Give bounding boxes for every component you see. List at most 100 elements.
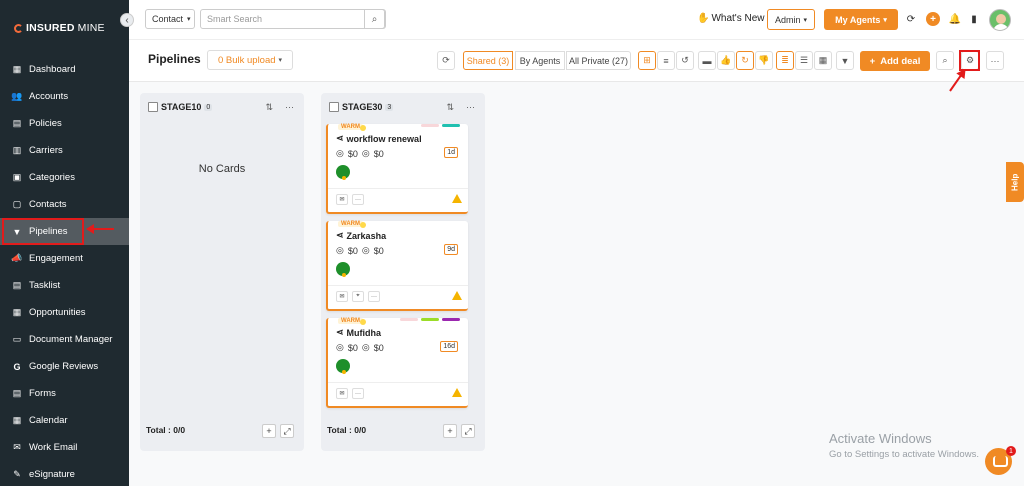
email-icon[interactable]: ✉	[336, 194, 348, 205]
collapse-sidebar-icon[interactable]: ‹	[120, 13, 134, 27]
location-icon[interactable]: ⌖	[352, 291, 364, 302]
deal-name[interactable]: ⋖ Zarkasha	[336, 230, 386, 241]
tab-by-agents[interactable]: By Agents	[515, 51, 565, 70]
sidebar-item-google-reviews[interactable]: G Google Reviews	[0, 353, 129, 380]
sort-icon[interactable]: ⇅	[446, 102, 454, 113]
sidebar-item-carriers[interactable]: ▥ Carriers	[0, 137, 129, 164]
expand-icon[interactable]: ⤢	[461, 424, 475, 438]
sync-icon[interactable]: ⟳	[904, 12, 918, 26]
more-icon[interactable]: ···	[285, 102, 294, 113]
more-icon[interactable]: ···	[466, 102, 475, 113]
sidebar-item-forms[interactable]: ▤ Forms	[0, 380, 129, 407]
all-deals-button[interactable]: ▬	[698, 51, 716, 70]
tab-shared[interactable]: Shared (3)	[463, 51, 513, 70]
refresh-icon: ⟳	[442, 55, 450, 65]
sidebar-item-calendar[interactable]: ▦ Calendar	[0, 407, 129, 434]
filter-button[interactable]: ▼	[836, 51, 854, 70]
lost-deals-button[interactable]: 👎	[755, 51, 773, 70]
admin-dropdown[interactable]: Admin ▾	[767, 9, 815, 30]
won-deals-button[interactable]: 👍	[717, 51, 735, 70]
board-view-button[interactable]: ⊞	[638, 51, 656, 70]
search-input[interactable]: Smart Search	[200, 9, 386, 29]
help-tab[interactable]: Help	[1006, 162, 1024, 202]
pipeline-board: STAGE10 0 ⇅ ··· No Cards Total : 0/0 + ⤢…	[129, 82, 1024, 486]
search-deals-button[interactable]: ⌕	[936, 51, 954, 70]
card-actions: ✉ ···	[336, 194, 364, 205]
tab-all-private[interactable]: All Private (27)	[566, 51, 631, 70]
deal-name[interactable]: ⋖ workflow renewal	[336, 133, 422, 144]
more-icon[interactable]: ···	[352, 194, 364, 205]
email-icon[interactable]: ✉	[336, 388, 348, 399]
sidebar-item-categories[interactable]: ▣ Categories	[0, 164, 129, 191]
more-icon[interactable]: ···	[368, 291, 380, 302]
add-card-button[interactable]: +	[262, 424, 276, 438]
whats-new-link[interactable]: ✋ What's New	[697, 13, 765, 24]
open-deals-button[interactable]: ↻	[736, 51, 754, 70]
card-actions: ✉ ⌖ ···	[336, 291, 380, 302]
share-icon: ⋖	[336, 133, 344, 143]
tag-bar	[442, 124, 460, 127]
add-card-button[interactable]: +	[443, 424, 457, 438]
history-view-button[interactable]: ↺	[676, 51, 694, 70]
bulk-upload-button[interactable]: 0 Bulk upload ▾	[207, 50, 293, 70]
more-options-button[interactable]: ···	[986, 51, 1004, 70]
sidebar-item-accounts[interactable]: 👥 Accounts	[0, 83, 129, 110]
sort-icon[interactable]: ⇅	[265, 102, 273, 113]
sidebar-item-policies[interactable]: ▤ Policies	[0, 110, 129, 137]
sidebar-item-dashboard[interactable]: ▦ Dashboard	[0, 56, 129, 83]
bell-icon[interactable]: 🔔	[948, 12, 962, 26]
warning-icon[interactable]	[452, 194, 462, 203]
sidebar-item-label: Contacts	[29, 199, 67, 210]
refresh-button[interactable]: ⟳	[437, 51, 455, 70]
sidebar-item-pipelines[interactable]: ▼ Pipelines	[0, 218, 129, 245]
sidebar-item-document-manager[interactable]: ▭ Document Manager	[0, 326, 129, 353]
expand-icon[interactable]: ⤢	[280, 424, 294, 438]
select-stage-checkbox[interactable]	[329, 102, 339, 112]
sidebar-item-label: Carriers	[29, 145, 63, 156]
card-tags	[421, 124, 460, 127]
temperature-dot	[360, 125, 366, 131]
warning-icon[interactable]	[452, 291, 462, 300]
sidebar-item-contacts[interactable]: ▢ Contacts	[0, 191, 129, 218]
tasklist-icon: ▤	[12, 280, 22, 290]
email-icon[interactable]: ✉	[336, 291, 348, 302]
contact-select[interactable]: Contact ▾	[145, 9, 195, 29]
avatar[interactable]	[989, 9, 1011, 31]
more-icon[interactable]: ···	[352, 388, 364, 399]
sidebar-item-label: Calendar	[29, 415, 68, 426]
my-agents-button[interactable]: My Agents ▾	[824, 9, 898, 30]
deal-name-text: Zarkasha	[346, 230, 387, 241]
grid-view-button[interactable]: ▦	[814, 51, 832, 70]
tab-all-private-label: All Private (27)	[568, 55, 629, 66]
compact-view-icon: ≣	[781, 55, 789, 65]
hand-icon: ✋	[697, 13, 710, 24]
accounts-icon: 👥	[11, 91, 23, 101]
compact-view-button[interactable]: ≣	[776, 51, 794, 70]
add-deal-button[interactable]: + Add deal	[860, 51, 930, 71]
quick-add-icon[interactable]: +	[926, 12, 940, 26]
expanded-view-button[interactable]: ☰	[795, 51, 813, 70]
calculator-icon[interactable]: ▮	[967, 12, 981, 26]
deal-card[interactable]: WARM ⋖ workflow renewal ◎ $0 ◎ $0 1d ✉ ···	[326, 124, 468, 214]
sidebar-item-work-email[interactable]: ✉ Work Email	[0, 434, 129, 461]
deal-name[interactable]: ⋖ Mufidha	[336, 327, 381, 338]
chevron-down-icon: ▾	[187, 16, 191, 23]
sidebar-item-label: Work Email	[29, 442, 78, 453]
page-title: Pipelines	[148, 52, 201, 66]
sidebar-item-tasklist[interactable]: ▤ Tasklist	[0, 272, 129, 299]
brand-logo[interactable]: INSURED MINE	[14, 22, 105, 34]
search-button[interactable]: ⌕	[364, 9, 385, 29]
deal-card[interactable]: WARM ⋖ Mufidha ◎ $0 ◎ $0 16d ✉ ···	[326, 318, 468, 408]
sidebar-item-engagement[interactable]: 📣 Engagement	[0, 245, 129, 272]
list-view-button[interactable]: ≡	[657, 51, 675, 70]
sidebar-item-opportunities[interactable]: ▦ Opportunities	[0, 299, 129, 326]
admin-label: Admin	[774, 14, 801, 25]
amount-commission: $0	[373, 245, 384, 256]
select-stage-checkbox[interactable]	[148, 102, 158, 112]
coin-icon: ◎	[336, 148, 344, 158]
deal-card[interactable]: WARM ⋖ Zarkasha ◎ $0 ◎ $0 9d ✉ ⌖ ···	[326, 221, 468, 311]
top-header: Contact ▾ Smart Search ⌕ ✋ What's New Admi…	[129, 0, 1024, 40]
sidebar-item-esignature[interactable]: ✎ eSignature	[0, 461, 129, 486]
warning-icon[interactable]	[452, 388, 462, 397]
list-view-icon: ≡	[663, 55, 669, 66]
